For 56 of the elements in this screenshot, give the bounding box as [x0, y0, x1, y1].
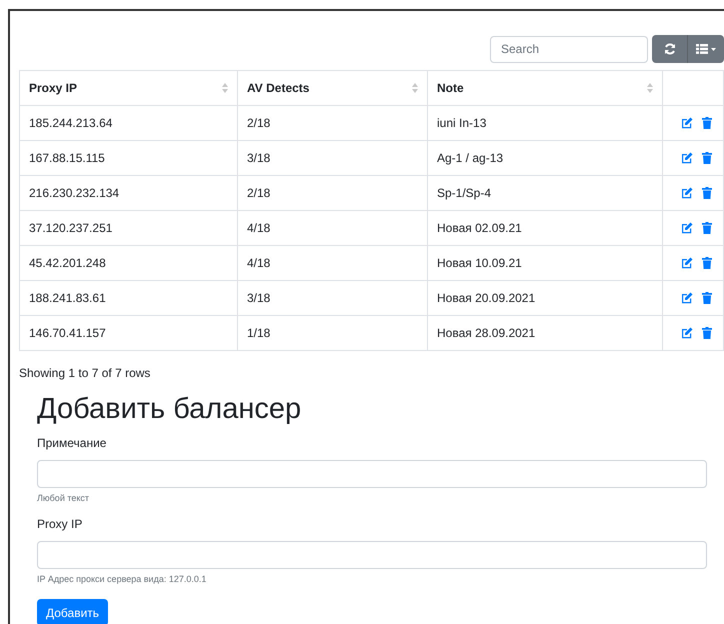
input-field[interactable] — [37, 540, 707, 568]
trash-icon[interactable] — [702, 257, 712, 269]
sort-icon — [412, 83, 418, 93]
field-label: Proxy IP — [37, 516, 82, 532]
table-cell: 45.42.201.248 — [20, 246, 238, 280]
trash-icon[interactable] — [702, 187, 712, 199]
trash-icon[interactable] — [702, 327, 712, 339]
column-header[interactable]: Proxy IP — [20, 70, 238, 106]
input-field[interactable] — [37, 460, 707, 488]
table-cell: Новая 20.09.2021 — [428, 280, 662, 316]
edit-icon[interactable] — [680, 292, 692, 304]
edit-icon[interactable] — [680, 327, 692, 339]
table-cell: 37.120.237.251 — [20, 210, 238, 246]
table-cell: 2/18 — [238, 176, 428, 210]
edit-icon[interactable] — [680, 117, 692, 129]
sort-icon — [222, 83, 228, 93]
caret-icon — [711, 48, 716, 50]
search-field[interactable]: Search — [490, 36, 648, 62]
table-cell: Ag-1 / ag-13 — [428, 140, 662, 176]
table-cell: 167.88.15.115 — [20, 140, 238, 176]
table-cell: Новая 02.09.21 — [428, 210, 662, 246]
form-title: Добавить балансер — [37, 392, 302, 426]
table-cell: Новая 28.09.2021 — [428, 316, 662, 350]
table-cell: 4/18 — [238, 246, 428, 280]
pagination-info: Showing 1 to 7 of 7 rows — [19, 365, 150, 382]
table-cell: 146.70.41.157 — [20, 316, 238, 350]
columns-dropdown-button[interactable] — [688, 35, 724, 63]
table-cell: 216.230.232.134 — [20, 176, 238, 210]
edit-icon[interactable] — [680, 152, 692, 164]
table-cell: 4/18 — [238, 210, 428, 246]
edit-icon[interactable] — [680, 187, 692, 199]
column-header[interactable]: AV Detects — [238, 70, 428, 106]
table-cell: 2/18 — [238, 106, 428, 140]
list-icon — [696, 44, 708, 54]
edit-icon[interactable] — [680, 222, 692, 234]
table-cell: iuni In-13 — [428, 106, 662, 140]
submit-button[interactable]: Добавить — [37, 599, 108, 624]
field-label: Примечание — [37, 435, 106, 452]
edit-icon[interactable] — [680, 257, 692, 269]
table-cell: 188.241.83.61 — [20, 280, 238, 316]
table-cell: Новая 10.09.21 — [428, 246, 662, 280]
help-text: Любой текст — [37, 492, 90, 505]
table-cell: Sp-1/Sp-4 — [428, 176, 662, 210]
table-cell: 1/18 — [238, 316, 428, 350]
trash-icon[interactable] — [702, 117, 712, 129]
trash-icon[interactable] — [702, 222, 712, 234]
column-header[interactable]: Note — [428, 70, 662, 106]
help-text: IP Адрес прокси сервера вида: 127.0.0.1 — [37, 572, 206, 586]
trash-icon[interactable] — [702, 292, 712, 304]
sort-icon — [647, 83, 653, 93]
refresh-button[interactable] — [652, 35, 688, 63]
table-cell: 3/18 — [238, 280, 428, 316]
table-cell: 3/18 — [238, 140, 428, 176]
table-cell: 185.244.213.64 — [20, 106, 238, 140]
refresh-icon — [664, 43, 676, 55]
trash-icon[interactable] — [702, 152, 712, 164]
